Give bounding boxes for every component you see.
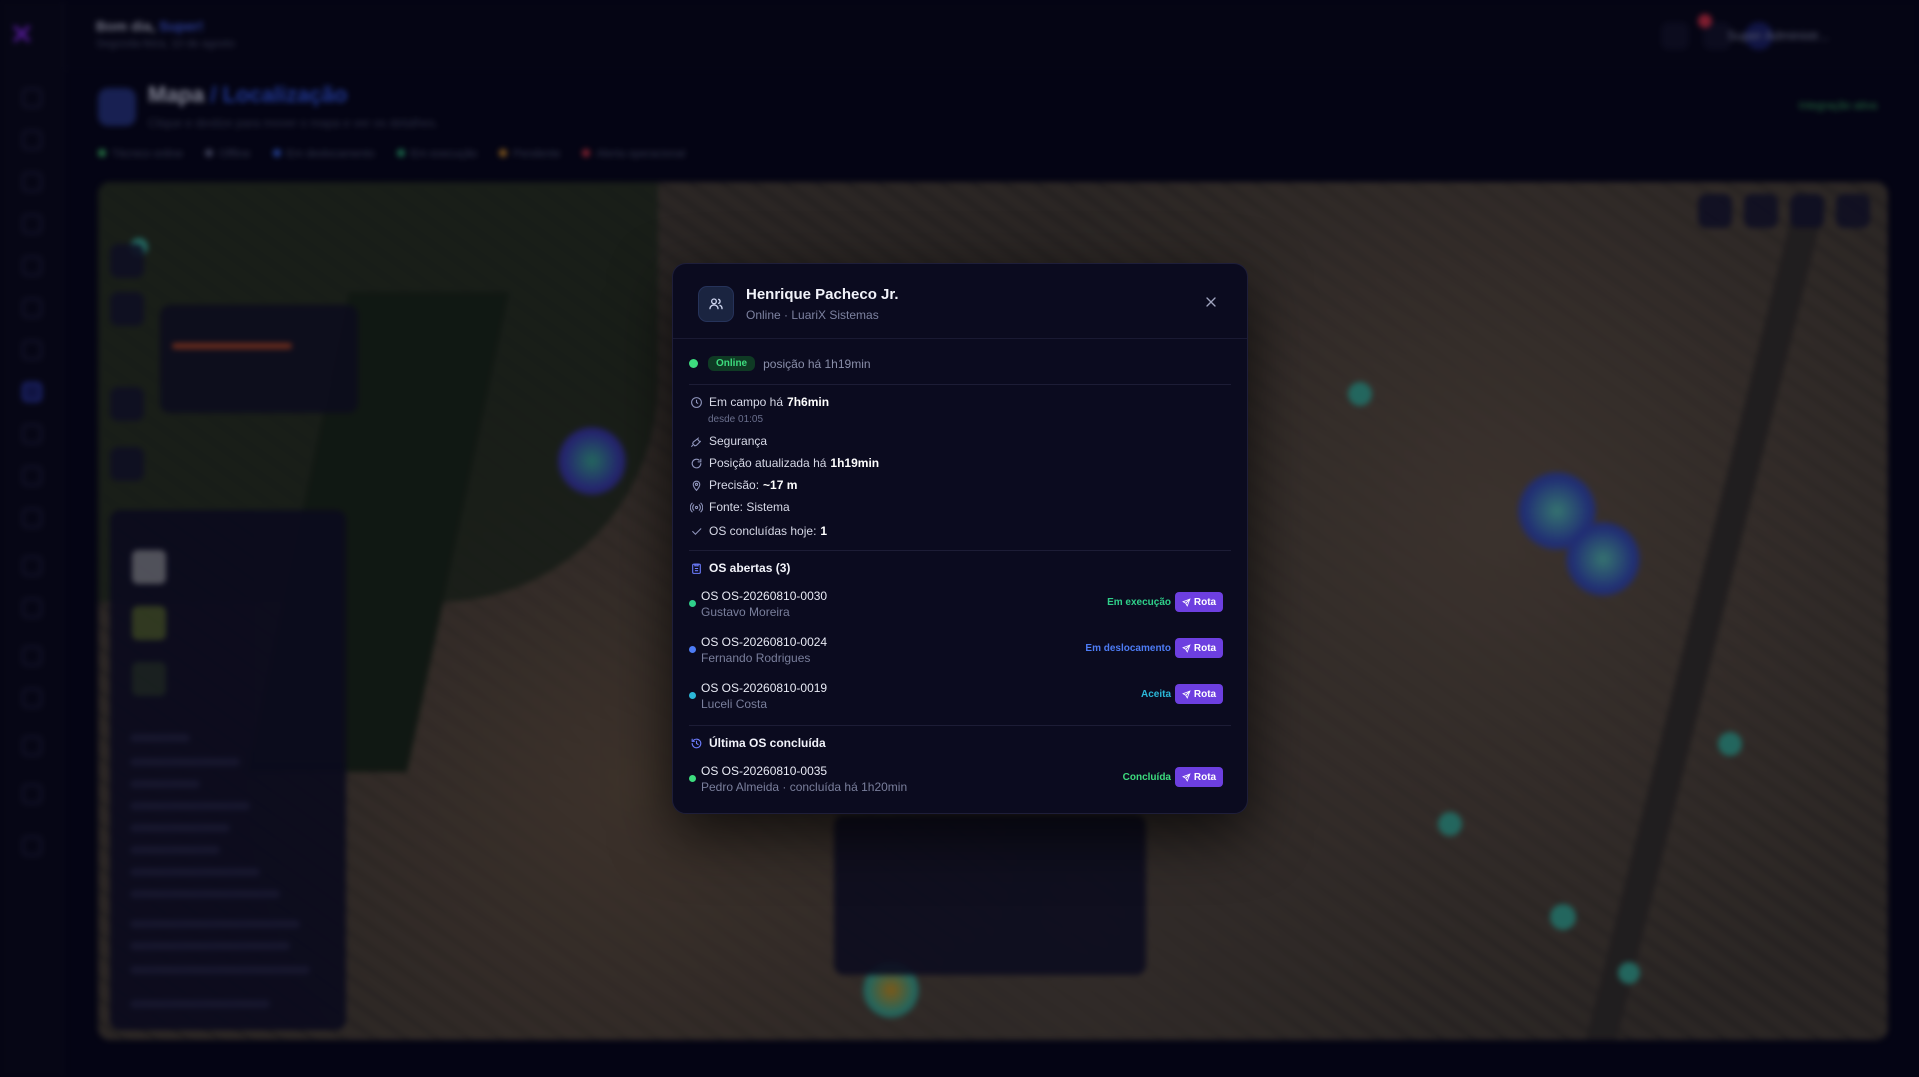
- os-status-dot: [689, 646, 696, 653]
- os-code: OS OS-20260810-0035: [701, 764, 828, 778]
- os-status-dot: [689, 692, 696, 699]
- os-row[interactable]: OS OS-20260810-0019 Luceli Costa Aceita Rot…: [689, 679, 1223, 713]
- info-value: ~17 m: [763, 478, 798, 492]
- status-row: Online posição há 1h19min: [689, 356, 871, 371]
- last-os-row[interactable]: OS OS-20260810-0035 Pedro Almeida · conc…: [689, 762, 1223, 796]
- divider: [689, 550, 1231, 551]
- send-icon: [1181, 689, 1191, 699]
- info-label: Precisão:: [709, 478, 760, 492]
- os-client: Fernando Rodrigues: [701, 651, 811, 665]
- send-icon: [1181, 597, 1191, 607]
- info-segment: Segurança: [690, 434, 767, 448]
- close-icon[interactable]: [1203, 294, 1219, 310]
- divider: [689, 384, 1231, 385]
- info-label: Segurança: [709, 434, 768, 448]
- check-icon: [692, 527, 702, 535]
- users-icon: [698, 286, 734, 322]
- os-status-dot: [689, 775, 696, 782]
- info-value: 1: [820, 524, 828, 538]
- pin-icon: [692, 480, 701, 491]
- status-badge: Online: [708, 356, 756, 371]
- route-button-label: Rota: [1193, 642, 1217, 654]
- info-label: Fonte: Sistema: [709, 500, 790, 514]
- divider: [689, 725, 1231, 726]
- os-client: Luceli Costa: [701, 697, 768, 711]
- open-os-heading: OS abertas (3): [690, 561, 790, 575]
- info-precision: Precisão: ~17 m: [690, 478, 797, 492]
- history-icon: [691, 738, 702, 748]
- app-root: ✕ Bom dia, Super! Segunda-feira, 10 de a…: [0, 0, 1919, 1077]
- os-status: Aceita: [1140, 689, 1171, 700]
- info-value: 1h19min: [830, 456, 880, 470]
- os-code: OS OS-20260810-0030: [701, 589, 828, 603]
- refresh-icon: [691, 458, 702, 468]
- route-button-label: Rota: [1193, 771, 1217, 783]
- send-icon: [1181, 643, 1191, 653]
- route-button[interactable]: Rota: [1175, 684, 1223, 704]
- last-os-heading: Última OS concluída: [690, 736, 826, 750]
- os-status-dot: [689, 600, 696, 607]
- info-label: Posição atualizada há: [709, 456, 827, 470]
- os-row[interactable]: OS OS-20260810-0030 Gustavo Moreira Em exe…: [689, 587, 1223, 621]
- clipboard-icon: [692, 563, 701, 574]
- section-title-label: OS abertas (3): [709, 561, 791, 575]
- wrench-icon: [691, 436, 702, 447]
- status-text: posição há 1h19min: [763, 356, 871, 371]
- info-field-time: Em campo há 7h6min: [690, 395, 829, 409]
- os-client: Pedro Almeida · concluída há 1h20min: [701, 780, 908, 794]
- clock-icon: [691, 396, 702, 408]
- modal-subtitle: Online · LuariX Sistemas: [746, 308, 879, 322]
- os-code: OS OS-20260810-0024: [701, 635, 828, 649]
- send-icon: [1181, 772, 1191, 782]
- os-status: Concluída: [1122, 772, 1171, 783]
- os-row[interactable]: OS OS-20260810-0024 Fernando Rodrigues Em …: [689, 633, 1223, 667]
- section-title-label: Última OS concluída: [709, 736, 826, 750]
- signal-icon: [690, 502, 703, 512]
- info-since: desde 01:05: [708, 414, 764, 425]
- os-status: Em deslocamento: [1085, 643, 1171, 654]
- modal-title: Henrique Pacheco Jr.: [746, 286, 899, 303]
- os-status: Em execução: [1107, 597, 1171, 608]
- os-client: Gustavo Moreira: [701, 605, 790, 619]
- route-button[interactable]: Rota: [1175, 767, 1223, 787]
- info-label: OS concluídas hoje:: [709, 524, 817, 538]
- route-button[interactable]: Rota: [1175, 592, 1223, 612]
- info-value: 7h6min: [787, 395, 830, 409]
- info-source: Fonte: Sistema: [690, 500, 790, 514]
- info-position: Posição atualizada há 1h19min: [690, 456, 879, 470]
- route-button-label: Rota: [1193, 688, 1217, 700]
- modal-header: Henrique Pacheco Jr. Online · LuariX Sis…: [673, 264, 1247, 339]
- route-button-label: Rota: [1193, 596, 1217, 608]
- os-code: OS OS-20260810-0019: [701, 681, 828, 695]
- route-button[interactable]: Rota: [1175, 638, 1223, 658]
- online-status-dot: [689, 359, 698, 368]
- info-label: Em campo há: [709, 395, 784, 409]
- info-done-today: OS concluídas hoje: 1: [690, 524, 827, 538]
- technician-modal: Henrique Pacheco Jr. Online · LuariX Sis…: [672, 263, 1248, 814]
